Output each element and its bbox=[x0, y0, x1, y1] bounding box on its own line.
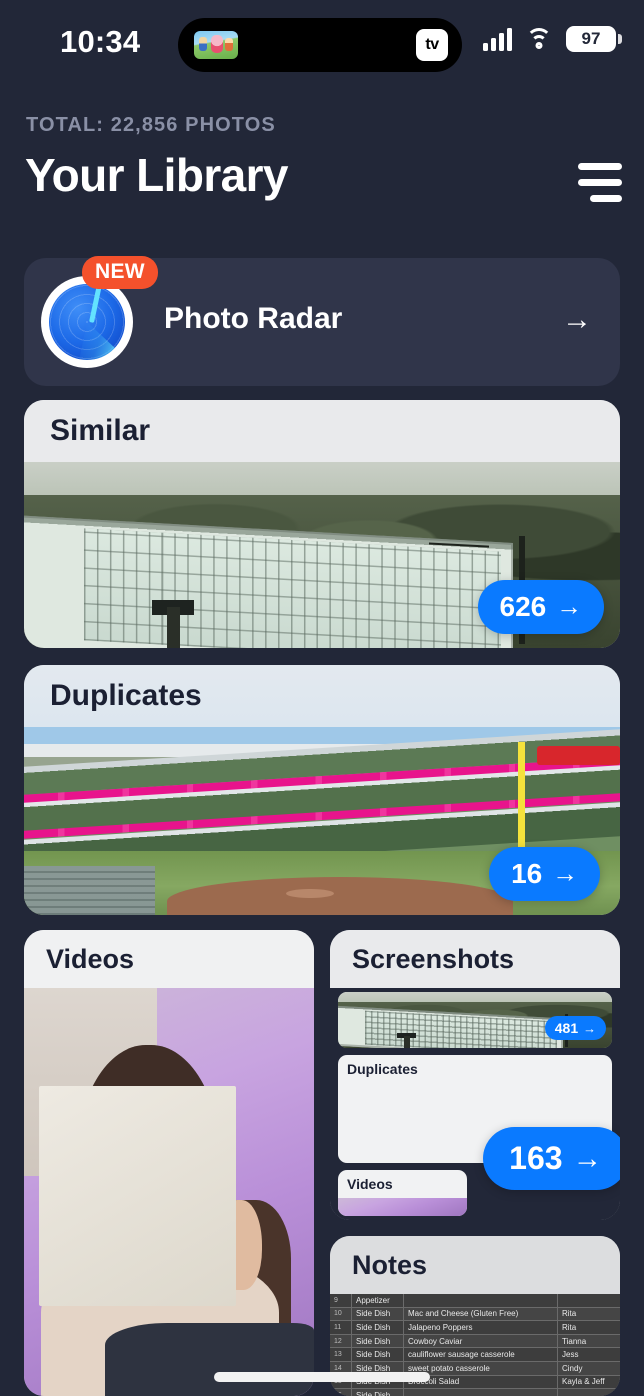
category-card-duplicates[interactable]: Duplicates 16 → bbox=[24, 665, 620, 915]
card-label-similar: Similar bbox=[50, 414, 151, 447]
photo-radar-promo-card[interactable]: NEW Photo Radar → bbox=[24, 256, 620, 386]
arrow-right-icon: → bbox=[583, 1020, 596, 1036]
table-row: 12 Side Dish Cowboy Caviar Tianna bbox=[330, 1334, 620, 1349]
table-row: 9 Appetizer bbox=[330, 1294, 620, 1308]
table-row: 10 Side Dish Mac and Cheese (Gluten Free) R… bbox=[330, 1307, 620, 1322]
total-photos-label: TOTAL: 22,856 PHOTOS bbox=[26, 114, 276, 136]
count-value-screenshots: 163 bbox=[509, 1140, 563, 1176]
table-row: 13 Side Dish cauliflower sausage casserole… bbox=[330, 1348, 620, 1362]
nested-card-label-videos: Videos bbox=[347, 1176, 393, 1192]
table-row: 11 Side Dish Jalapeno Poppers Rita bbox=[330, 1321, 620, 1335]
arrow-right-icon[interactable]: → bbox=[562, 305, 592, 335]
card-header-videos: Videos bbox=[24, 930, 314, 988]
wifi-icon bbox=[525, 28, 553, 50]
nested-count-badge-similar: 481 → bbox=[544, 1016, 606, 1040]
battery-icon: 97 bbox=[566, 26, 622, 52]
status-bar: 10:34 tv 97 bbox=[0, 0, 644, 88]
card-header-notes: Notes bbox=[330, 1236, 620, 1294]
card-header-duplicates: Duplicates bbox=[24, 665, 620, 727]
card-thumbnail-videos bbox=[24, 988, 314, 1396]
card-header-similar: Similar bbox=[24, 400, 620, 462]
card-label-screenshots: Screenshots bbox=[352, 943, 515, 974]
category-card-similar[interactable]: Similar 626 → bbox=[24, 400, 620, 648]
count-badge-screenshots[interactable]: 163 → bbox=[483, 1127, 620, 1190]
card-label-videos: Videos bbox=[46, 943, 135, 974]
nested-card-similar: 481 → bbox=[338, 992, 612, 1048]
cellular-signal-icon bbox=[483, 27, 512, 51]
dynamic-island-thumbnail[interactable] bbox=[194, 31, 238, 59]
arrow-right-icon: → bbox=[556, 592, 582, 621]
page-title: Your Library bbox=[25, 149, 289, 201]
home-indicator[interactable] bbox=[214, 1372, 430, 1382]
arrow-right-icon: → bbox=[552, 859, 578, 888]
nested-count-value-similar: 481 bbox=[554, 1020, 579, 1036]
count-value-similar: 626 bbox=[499, 591, 547, 622]
count-value-duplicates: 16 bbox=[511, 858, 543, 889]
new-badge: NEW bbox=[82, 256, 158, 289]
table-row: 16 Side Dish bbox=[330, 1389, 620, 1396]
hamburger-menu-icon[interactable] bbox=[566, 158, 622, 206]
card-header-screenshots: Screenshots bbox=[330, 930, 620, 988]
count-badge-duplicates[interactable]: 16 → bbox=[489, 847, 600, 901]
radar-icon bbox=[41, 276, 133, 368]
card-label-duplicates: Duplicates bbox=[50, 679, 202, 712]
app-screen: 10:34 tv 97 TOTAL: 22,856 PHOTOS Your Li… bbox=[0, 0, 644, 1396]
category-card-videos[interactable]: Videos bbox=[24, 930, 314, 1396]
count-badge-similar[interactable]: 626 → bbox=[477, 580, 604, 634]
nested-card-videos: Videos bbox=[338, 1170, 467, 1216]
category-card-screenshots[interactable]: Screenshots 481 → Duplicates Videos 163 … bbox=[330, 930, 620, 1220]
nested-card-label-duplicates: Duplicates bbox=[347, 1061, 418, 1077]
battery-level: 97 bbox=[581, 29, 601, 48]
card-label-notes: Notes bbox=[352, 1249, 428, 1280]
arrow-right-icon: → bbox=[572, 1141, 602, 1175]
photo-radar-title: Photo Radar bbox=[164, 302, 343, 335]
apple-tv-icon[interactable]: tv bbox=[416, 29, 448, 61]
status-bar-time: 10:34 bbox=[60, 24, 141, 59]
dynamic-island[interactable]: tv bbox=[178, 18, 462, 72]
status-bar-indicators: 97 bbox=[483, 26, 622, 52]
